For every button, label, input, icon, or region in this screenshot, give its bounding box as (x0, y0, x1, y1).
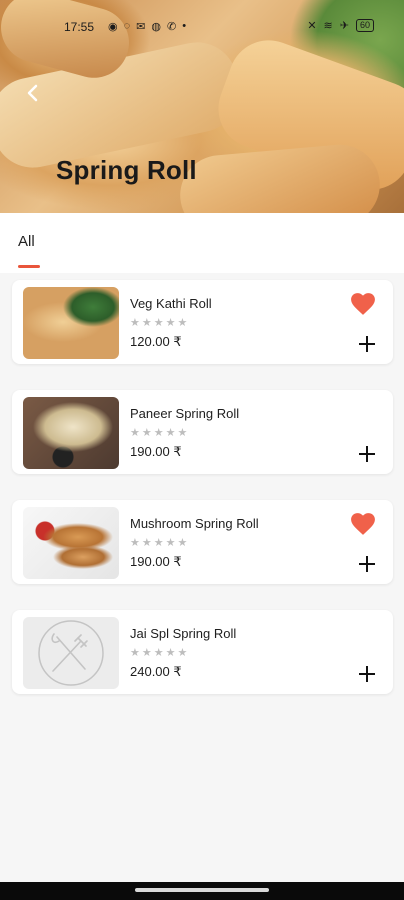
add-icon[interactable] (357, 664, 377, 684)
back-button[interactable] (22, 82, 44, 104)
fork-knife-icon (38, 620, 104, 686)
item-price: 240.00 ₹ (130, 664, 182, 679)
system-icons: ✕ ≋ ✈ 60 (307, 19, 374, 32)
tab-active-indicator (18, 265, 40, 268)
add-icon[interactable] (357, 444, 377, 464)
menu-item-card[interactable]: Mushroom Spring Roll ★★★★★ 190.00 ₹ (12, 500, 393, 584)
status-bar: 17:55 ◉ ◌ ✉ ◍ ✆ • ✕ ≋ ✈ 60 (0, 12, 404, 42)
item-name: Paneer Spring Roll (130, 406, 240, 421)
food-placeholder-image (23, 617, 119, 689)
add-icon[interactable] (357, 334, 377, 354)
tab-all[interactable]: All (18, 233, 35, 250)
rating-stars: ★★★★★ (130, 427, 190, 439)
menu-item-card[interactable]: Jai Spl Spring Roll ★★★★★ 240.00 ₹ (12, 610, 393, 694)
item-name: Mushroom Spring Roll (130, 516, 259, 531)
heart-icon[interactable] (350, 292, 376, 316)
item-price: 120.00 ₹ (130, 334, 182, 349)
menu-item-card[interactable]: Paneer Spring Roll ★★★★★ 190.00 ₹ (12, 390, 393, 474)
airplane-icon: ✈ (339, 20, 349, 32)
home-gesture-handle[interactable] (135, 888, 269, 892)
item-name: Veg Kathi Roll (130, 296, 212, 311)
app-icon: ◌ (123, 20, 131, 32)
category-tabs: All (0, 213, 404, 273)
menu-item-card[interactable]: Veg Kathi Roll ★★★★★ 120.00 ₹ (12, 280, 393, 364)
item-price: 190.00 ₹ (130, 444, 182, 459)
wifi-icon: ≋ (323, 20, 333, 32)
notification-icons: ◉ ◌ ✉ ◍ ✆ • (108, 20, 186, 33)
food-image (23, 507, 119, 579)
category-hero-image: 17:55 ◉ ◌ ✉ ◍ ✆ • ✕ ≋ ✈ 60 Spring Roll (0, 0, 404, 213)
system-navigation-bar (0, 882, 404, 900)
app-icon: ◉ (108, 21, 118, 33)
rating-stars: ★★★★★ (130, 647, 190, 659)
more-dot-icon: • (182, 20, 187, 32)
chevron-left-icon (27, 84, 38, 102)
add-icon[interactable] (357, 554, 377, 574)
page-title: Spring Roll (56, 155, 197, 185)
app-icon: ✆ (166, 21, 177, 33)
rating-stars: ★★★★★ (130, 317, 190, 329)
app-icon: ✉ (136, 21, 146, 33)
food-image (23, 397, 119, 469)
food-image (23, 287, 119, 359)
app-icon: ◍ (151, 21, 161, 33)
rating-stars: ★★★★★ (130, 537, 190, 549)
battery-icon: 60 (355, 19, 374, 32)
status-time: 17:55 (64, 20, 95, 34)
item-name: Jai Spl Spring Roll (130, 626, 237, 641)
item-price: 190.00 ₹ (130, 554, 182, 569)
heart-icon[interactable] (350, 512, 376, 536)
mute-icon: ✕ (307, 20, 317, 32)
